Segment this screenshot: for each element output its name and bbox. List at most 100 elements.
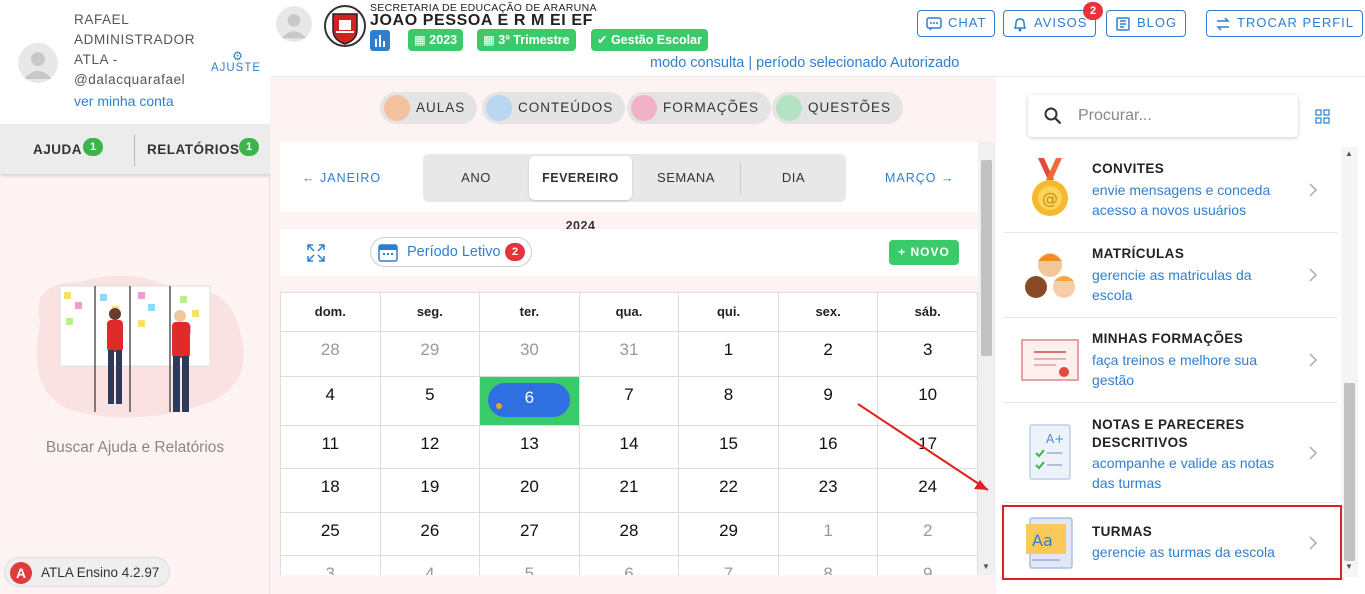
ajuda-label: AJUDA — [33, 142, 83, 157]
search-input[interactable] — [1078, 95, 1288, 137]
term-chip[interactable]: ▦ 3º Trimestre — [477, 29, 576, 51]
help-illustration — [36, 275, 244, 418]
next-month-link[interactable]: MARÇO → — [885, 171, 955, 185]
ajuda-button[interactable]: AJUDA — [33, 142, 82, 157]
svg-text:@: @ — [1042, 189, 1058, 208]
today-pill[interactable]: 6 — [488, 383, 571, 417]
day-cell[interactable]: 7 — [678, 555, 779, 575]
prev-month-link[interactable]: ← JANEIRO — [302, 171, 381, 185]
year-chip[interactable]: ▦ 2023 — [408, 29, 464, 51]
day-cell[interactable]: 15 — [678, 425, 779, 469]
view-switcher: ANO FEVEREIRO 2024 SEMANA DIA — [423, 154, 846, 233]
day-cell[interactable]: 29 — [678, 512, 779, 556]
right-panel-scrollbar[interactable]: ▲ ▼ — [1341, 147, 1358, 577]
view-account-link[interactable]: ver minha conta — [74, 93, 174, 109]
day-cell[interactable]: 13 — [479, 425, 580, 469]
grid-view-icon[interactable] — [1315, 109, 1330, 124]
menu-card-matriculas[interactable]: MATRÍCULAS gerencie as matriculas da esc… — [1004, 233, 1338, 318]
day-cell[interactable]: 22 — [678, 468, 779, 513]
day-cell[interactable]: 8 — [678, 376, 779, 426]
day-cell[interactable]: 28 — [578, 512, 680, 556]
search-box[interactable] — [1028, 95, 1298, 137]
expand-icon[interactable] — [307, 244, 325, 262]
day-cell[interactable]: 1 — [777, 512, 879, 556]
day-cell[interactable]: 30 — [479, 331, 580, 377]
calendar-week: 3 4 5 6 7 8 9 — [280, 555, 978, 575]
menu-card-convites[interactable]: @ CONVITES envie mensagens e conceda ace… — [1004, 148, 1338, 233]
formacoes-button[interactable]: FORMAÇÕES — [627, 92, 772, 124]
main-scrollbar[interactable]: ▼ — [978, 142, 995, 575]
view-mes[interactable]: FEVEREIRO 2024 — [529, 154, 632, 233]
day-cell[interactable]: 5 — [379, 376, 481, 426]
day-cell[interactable]: 27 — [479, 512, 580, 556]
medal-icon: @ — [1032, 158, 1068, 216]
calendar-icon — [378, 244, 398, 262]
day-cell[interactable]: 18 — [280, 468, 381, 513]
day-cell[interactable]: 21 — [578, 468, 680, 513]
day-cell[interactable]: 14 — [578, 425, 680, 469]
stats-icon[interactable] — [370, 30, 390, 51]
module-chip[interactable]: ✔ Gestão Escolar — [591, 29, 708, 51]
today-cell[interactable]: 6 — [479, 376, 580, 426]
weekday-label: seg. — [379, 292, 481, 332]
mode-status[interactable]: modo consulta | período selecionado Auto… — [650, 55, 959, 71]
conteudos-label: CONTEÚDOS — [518, 100, 614, 115]
day-cell[interactable]: 29 — [379, 331, 481, 377]
day-cell[interactable]: 2 — [777, 331, 879, 377]
scroll-up-arrow-icon[interactable]: ▲ — [1345, 149, 1353, 158]
annotation-arrow — [857, 403, 989, 491]
chat-icon — [926, 17, 942, 31]
menu-card-title: NOTAS E PARECERES DESCRITIVOS — [1092, 417, 1245, 450]
conteudos-button[interactable]: CONTEÚDOS — [482, 92, 626, 124]
questoes-button[interactable]: QUESTÕES — [772, 92, 904, 124]
day-cell[interactable]: 25 — [280, 512, 381, 556]
view-dia[interactable]: DIA — [741, 154, 846, 202]
day-cell[interactable]: 7 — [578, 376, 680, 426]
day-cell[interactable]: 2 — [877, 512, 978, 556]
day-cell[interactable]: 9 — [877, 555, 978, 575]
day-cell[interactable]: 31 — [578, 331, 680, 377]
scrollbar-thumb[interactable] — [1344, 383, 1355, 561]
day-cell[interactable]: 4 — [379, 555, 481, 575]
settings-button[interactable]: ⚙ AJUSTE — [208, 50, 264, 74]
blog-button[interactable]: BLOG — [1106, 10, 1187, 37]
highlight-box — [1002, 505, 1342, 580]
calendar-week: 28 29 30 31 1 2 3 — [280, 331, 978, 377]
day-cell[interactable]: 6 — [578, 555, 680, 575]
day-cell[interactable]: 28 — [280, 331, 381, 377]
menu-card-title: CONVITES — [1092, 161, 1165, 176]
novo-button[interactable]: + NOVO — [889, 240, 959, 265]
school-avatar[interactable] — [276, 6, 312, 42]
day-cell[interactable]: 4 — [280, 376, 381, 426]
relatorios-button[interactable]: RELATÓRIOS — [147, 142, 240, 157]
scroll-down-arrow-icon[interactable]: ▼ — [1345, 562, 1353, 571]
menu-card-minhas-formacoes[interactable]: MINHAS FORMAÇÕES faça treinos e melhore … — [1004, 318, 1338, 403]
day-cell[interactable]: 11 — [280, 425, 381, 469]
day-cell[interactable]: 5 — [479, 555, 580, 575]
day-cell[interactable]: 20 — [479, 468, 580, 513]
day-cell[interactable]: 26 — [379, 512, 481, 556]
avatar[interactable] — [18, 43, 58, 83]
scrollbar-thumb[interactable] — [981, 160, 992, 356]
day-cell[interactable]: 8 — [777, 555, 879, 575]
day-cell[interactable]: 12 — [379, 425, 481, 469]
view-semana[interactable]: SEMANA — [632, 154, 740, 202]
chevron-right-icon — [1309, 268, 1318, 282]
chevron-right-icon — [1309, 446, 1318, 460]
formacoes-icon — [631, 95, 657, 121]
day-cell[interactable]: 3 — [280, 555, 381, 575]
aulas-label: AULAS — [416, 100, 466, 115]
help-bar: AJUDA 1 RELATÓRIOS 1 — [0, 124, 270, 174]
chat-button[interactable]: CHAT — [917, 10, 996, 37]
view-ano[interactable]: ANO — [423, 154, 529, 202]
day-cell[interactable]: 3 — [877, 331, 978, 377]
day-cell[interactable]: 1 — [678, 331, 779, 377]
scroll-down-arrow-icon[interactable]: ▼ — [982, 562, 990, 571]
avisos-button[interactable]: AVISOS — [1003, 10, 1097, 37]
aulas-button[interactable]: AULAS — [380, 92, 478, 124]
next-month-label: MARÇO — [885, 171, 937, 185]
trocar-perfil-button[interactable]: TROCAR PERFIL — [1206, 10, 1364, 37]
day-cell[interactable]: 19 — [379, 468, 481, 513]
menu-card-notas-pareceres[interactable]: A+ NOTAS E PARECERES DESCRITIVOS acompan… — [1004, 403, 1338, 503]
user-box: RAFAEL ADMINISTRADOR ATLA - @dalacquaraf… — [0, 0, 270, 124]
